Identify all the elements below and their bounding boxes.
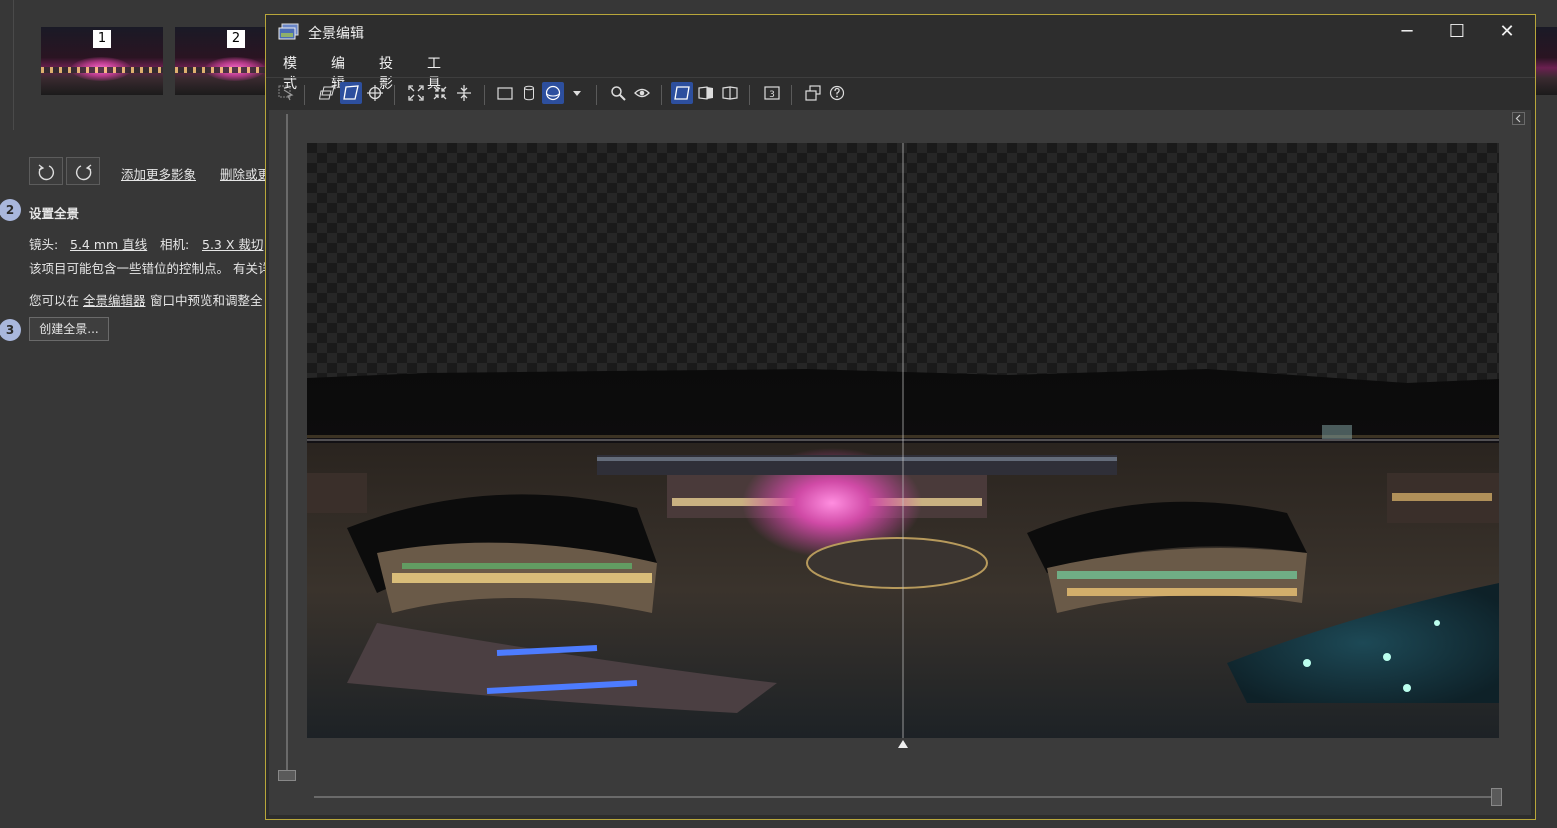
delete-images-link[interactable]: 删除或更 (220, 164, 270, 183)
collapse-panel-button[interactable] (1512, 112, 1525, 125)
lens-link[interactable]: 5.4 mm 直线 (70, 234, 147, 253)
step-title: 设置全景 (29, 206, 80, 221)
layout-book-icon (722, 86, 738, 100)
numbered-button[interactable]: 3 (761, 82, 783, 104)
layout-single-icon (674, 86, 690, 100)
projection-dropdown[interactable] (566, 82, 588, 104)
fit-button[interactable] (405, 82, 427, 104)
numbered-badge-text: 3 (769, 90, 775, 100)
shrink-icon (433, 86, 447, 100)
toolbar-separator (749, 85, 750, 105)
window-title: 全景编辑 (308, 26, 364, 42)
window-icon (805, 85, 821, 101)
rotate-right-button[interactable] (66, 157, 100, 185)
center-marker-icon[interactable] (897, 739, 909, 749)
panorama-preview[interactable] (307, 143, 1499, 738)
preview-button[interactable] (631, 82, 653, 104)
toolbar-separator (304, 85, 305, 105)
toolbar-separator (394, 85, 395, 105)
rotate-left-icon (38, 164, 55, 181)
rectilinear-projection-button[interactable] (494, 82, 516, 104)
panorama-canvas[interactable] (269, 110, 1531, 815)
title-bar[interactable]: 全景编辑 ─ ☐ ✕ (266, 15, 1535, 49)
straighten-icon (457, 85, 471, 101)
toolbar-separator (596, 85, 597, 105)
app-icon (278, 23, 299, 40)
divider (13, 0, 14, 130)
layout-single-button[interactable] (671, 82, 693, 104)
cylindrical-projection-button[interactable] (518, 82, 540, 104)
close-button[interactable]: ✕ (1484, 19, 1530, 45)
rotate-right-icon (75, 164, 92, 181)
camera-label: 相机: (160, 237, 190, 252)
spherical-projection-button[interactable] (542, 82, 564, 104)
eye-icon (634, 88, 650, 98)
hint-text: 您可以在 (29, 293, 80, 308)
lens-label: 镜头: (29, 237, 59, 252)
vertical-slider-handle[interactable] (278, 770, 296, 781)
camera-link[interactable]: 5.3 X 裁切 (202, 234, 263, 253)
menu-divider (266, 77, 1535, 78)
step-number: 3 (0, 319, 21, 341)
cylinder-projection-icon (524, 85, 534, 101)
panorama-editor-window: 全景编辑 ─ ☐ ✕ 模式 编辑 投影 工具 3 (265, 14, 1536, 820)
layout-book-button[interactable] (719, 82, 741, 104)
vertical-slider-track[interactable] (286, 114, 288, 774)
create-panorama-button[interactable]: 创建全景... (29, 317, 109, 341)
move-image-icon (319, 86, 335, 100)
select-icon (278, 85, 294, 101)
zoom-icon (611, 86, 626, 101)
crosshair-button[interactable] (364, 82, 386, 104)
numbered-3-icon: 3 (764, 86, 780, 100)
rect-projection-icon (497, 87, 513, 100)
toolbar-separator (661, 85, 662, 105)
toolbar-separator (484, 85, 485, 105)
minimize-button[interactable]: ─ (1384, 19, 1430, 45)
horizontal-slider-handle[interactable] (1491, 788, 1502, 806)
rotate-left-button[interactable] (29, 157, 63, 185)
horizontal-slider-track[interactable] (314, 796, 1494, 798)
warning-text: 该项目可能包含一些错位的控制点。 有关详 (29, 261, 271, 276)
chevron-left-icon (1515, 114, 1521, 123)
straighten-button[interactable] (453, 82, 475, 104)
thumbnail-lights (41, 67, 163, 73)
thumbnail-number: 2 (227, 30, 245, 48)
fit-icon (408, 85, 424, 101)
dropdown-arrow-icon (573, 91, 581, 96)
maximize-button[interactable]: ☐ (1434, 19, 1480, 45)
panorama-editor-link[interactable]: 全景编辑器 (83, 290, 146, 309)
layout-split-icon (698, 86, 713, 100)
window-button[interactable] (802, 82, 824, 104)
perspective-icon (343, 85, 359, 100)
crosshair-icon (367, 85, 383, 101)
step-number: 2 (0, 199, 21, 221)
layout-split-button[interactable] (695, 82, 717, 104)
shrink-button[interactable] (429, 82, 451, 104)
hint-text-suffix: 窗口中预览和调整全 (150, 293, 263, 308)
thumbnail-number: 1 (93, 30, 111, 48)
sphere-projection-icon (545, 85, 561, 101)
zoom-button[interactable] (607, 82, 629, 104)
toolbar-separator (791, 85, 792, 105)
add-images-link[interactable]: 添加更多影象 (121, 164, 196, 183)
help-button[interactable] (826, 82, 848, 104)
toolbar: 3 (266, 79, 1535, 109)
image-thumbnail-partial[interactable] (1536, 27, 1557, 95)
help-icon (829, 85, 845, 101)
perspective-button[interactable] (340, 82, 362, 104)
image-thumbnail-1[interactable]: 1 (41, 27, 163, 95)
move-image-button[interactable] (316, 82, 338, 104)
panorama-image (307, 143, 1499, 738)
select-button[interactable] (275, 82, 297, 104)
